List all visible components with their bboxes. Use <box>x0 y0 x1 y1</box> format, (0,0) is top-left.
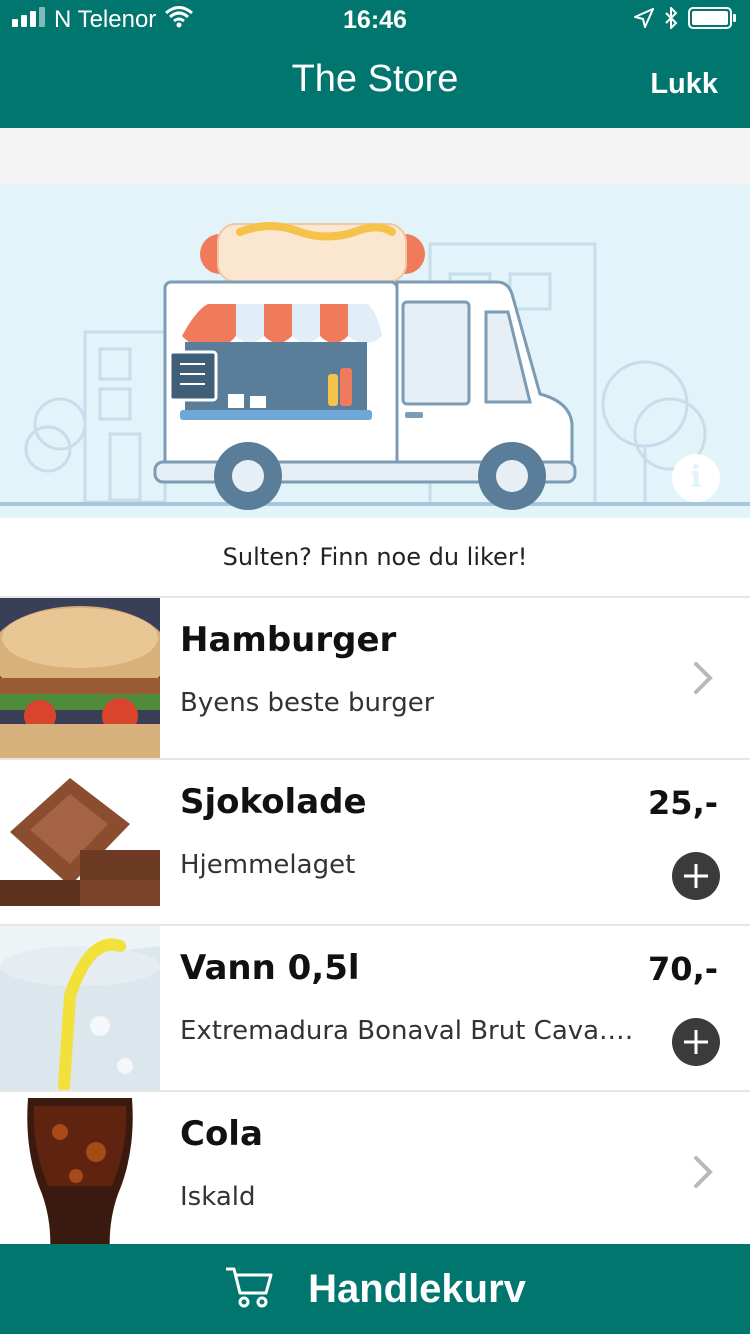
battery-icon <box>688 6 738 35</box>
page-title: The Store <box>291 58 459 100</box>
status-right <box>631 5 738 35</box>
item-title: Sjokolade <box>180 782 367 822</box>
list-item[interactable]: Cola Iskald <box>0 1090 750 1252</box>
water-glass-image <box>0 926 160 1090</box>
info-icon[interactable]: i <box>672 454 720 502</box>
item-subtitle: Hjemmelaget <box>180 850 356 880</box>
status-bar: N Telenor 16:46 <box>0 0 750 40</box>
list-item[interactable]: Hamburger Byens beste burger <box>0 596 750 758</box>
product-list: Hamburger Byens beste burger Sjokolade H… <box>0 596 750 1252</box>
item-price: 25,- <box>648 784 718 822</box>
item-title: Cola <box>180 1114 263 1154</box>
cart-icon <box>224 1265 274 1313</box>
list-item[interactable]: Sjokolade Hjemmelaget 25,- <box>0 758 750 924</box>
cola-glass-image <box>0 1092 160 1252</box>
chevron-right-icon[interactable] <box>692 1152 716 1192</box>
chevron-right-icon[interactable] <box>692 658 716 698</box>
bluetooth-icon <box>664 5 678 34</box>
cart-button[interactable]: Handlekurv <box>0 1244 750 1334</box>
item-title: Vann 0,5l <box>180 948 360 988</box>
item-title: Hamburger <box>180 620 397 660</box>
plus-icon[interactable] <box>672 1018 720 1066</box>
plus-icon[interactable] <box>672 852 720 900</box>
location-icon <box>631 6 655 33</box>
header-spacer <box>0 128 750 184</box>
close-button[interactable]: Lukk <box>650 68 718 101</box>
nav-bar: The Store Lukk <box>0 40 750 128</box>
item-subtitle: Iskald <box>180 1182 256 1212</box>
item-subtitle: Extremadura Bonaval Brut Cava. ... <box>180 1016 640 1046</box>
list-item[interactable]: Vann 0,5l Extremadura Bonaval Brut Cava.… <box>0 924 750 1090</box>
item-price: 70,- <box>648 950 718 988</box>
chocolate-image <box>0 760 160 924</box>
hero-banner: i <box>0 184 750 518</box>
cart-label: Handlekurv <box>308 1266 526 1311</box>
tagline: Sulten? Finn noe du liker! <box>222 543 528 571</box>
food-truck-illustration <box>0 222 750 510</box>
item-subtitle: Byens beste burger <box>180 688 435 718</box>
hamburger-image <box>0 598 160 758</box>
